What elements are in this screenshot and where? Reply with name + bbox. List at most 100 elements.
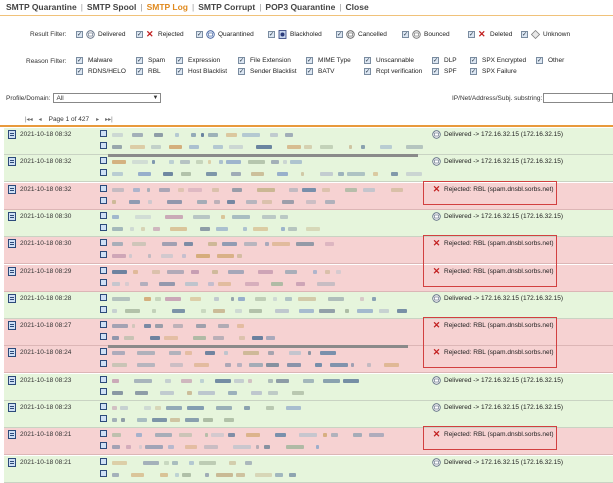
reason-filter-spam[interactable]: ✓ Spam [136,57,165,64]
redacted-text-block [229,461,236,465]
message-doc-icon[interactable] [8,430,16,439]
message-doc-icon[interactable] [8,403,16,412]
message-doc-icon[interactable] [8,294,16,303]
checkbox[interactable]: ✓ [76,68,83,75]
checkbox[interactable]: ✓ [306,68,313,75]
reason-filter-spf[interactable]: ✓ SPF [432,68,457,75]
redacted-text-block [200,379,204,383]
message-doc-icon[interactable] [8,458,16,467]
message-doc-icon[interactable] [8,212,16,221]
reason-filter-host-blacklist[interactable]: ✓ Host Blacklist [176,68,227,75]
message-doc-icon[interactable] [8,321,16,330]
checkbox[interactable]: ✓ [336,31,343,38]
redacted-text-block [285,133,293,137]
checkbox[interactable]: ✓ [468,31,475,38]
reason-filter-spx-encrypted[interactable]: ✓ SPX Encrypted [470,57,526,64]
message-doc-icon[interactable] [8,376,16,385]
reason-filter-spx-failure[interactable]: ✓ SPX Failure [470,68,517,75]
result-filter-delivered[interactable]: ✓ Delivered [76,30,125,39]
table-row[interactable]: 2021-10-18 08:21 Delivered -> 172.16.32.1… [4,456,613,483]
result-filter-bounced[interactable]: ✓ Bounced [402,30,450,39]
redacted-text-block [234,379,244,383]
result-filter-cancelled[interactable]: ✓ Cancelled [336,30,387,39]
checkbox[interactable]: ✓ [238,68,245,75]
first-page-button[interactable]: |◂◂ [22,116,36,123]
message-doc-icon[interactable] [8,348,16,357]
checkbox[interactable]: ✓ [176,68,183,75]
redacted-text-block [129,200,140,204]
reason-filter-rbl[interactable]: ✓ RBL [136,68,161,75]
tab-close[interactable]: Close [342,2,373,12]
redacted-text-block [231,172,241,176]
checkbox[interactable]: ✓ [176,57,183,64]
result-filter-deleted[interactable]: ✓ ✕ Deleted [468,30,512,39]
message-doc-icon[interactable] [8,239,16,248]
redacted-text-block [301,172,304,176]
message-doc-icon[interactable] [8,267,16,276]
table-row[interactable]: 2021-10-18 08:30 Delivered -> 172.16.32.1… [4,210,613,237]
table-row[interactable]: 2021-10-18 08:32 Delivered -> 172.16.32.1… [4,128,613,155]
redacted-text-block [112,188,124,192]
message-doc-icon[interactable] [8,157,16,166]
table-row[interactable]: 2021-10-18 08:28 Delivered -> 172.16.32.1… [4,292,613,319]
reason-filter-other[interactable]: ✓ Other [536,57,564,64]
prev-page-button[interactable]: ◂ [36,116,45,123]
result-filter-quarantined[interactable]: ✓ Quarantined [196,30,254,39]
row-date-text: 2021-10-18 08:28 [20,295,72,302]
result-filter-rejected[interactable]: ✓ ✕ Rejected [136,30,184,39]
redacted-text-block [221,215,225,219]
tab-smtp-log[interactable]: SMTP Log [143,2,192,12]
checkbox[interactable]: ✓ [536,57,543,64]
next-page-button[interactable]: ▸ [93,116,102,123]
table-row[interactable]: 2021-10-18 08:23 Delivered -> 172.16.32.1… [4,401,613,428]
checkbox[interactable]: ✓ [238,57,245,64]
result-filter-unknown[interactable]: ✓ Unknown [521,29,570,40]
redacted-text-block [188,188,202,192]
checkbox[interactable]: ✓ [196,31,203,38]
table-row[interactable]: 2021-10-18 08:23 Delivered -> 172.16.32.1… [4,374,613,401]
checkbox[interactable]: ✓ [76,31,83,38]
checkbox[interactable]: ✓ [402,31,409,38]
reason-filter-rdns-helo[interactable]: ✓ RDNS/HELO [76,68,126,75]
reason-filter-unscannable[interactable]: ✓ Unscannable [364,57,414,64]
redacted-text-block [256,145,272,149]
message-doc-icon[interactable] [8,185,16,194]
reason-filter-malware[interactable]: ✓ Malware [76,57,113,64]
checkbox[interactable]: ✓ [364,68,371,75]
tab-smtp-quarantine[interactable]: SMTP Quarantine [2,2,81,12]
reason-filter-expression[interactable]: ✓ Expression [176,57,220,64]
result-filter-blackholed[interactable]: ✓ Blackholed [268,30,322,39]
checkbox[interactable]: ✓ [521,31,528,38]
reason-filter-label-text: Spam [148,57,165,64]
checkbox[interactable]: ✓ [136,31,143,38]
redacted-text-block [141,227,145,231]
checkbox[interactable]: ✓ [364,57,371,64]
table-row[interactable]: 2021-10-18 08:32 Delivered -> 172.16.32.1… [4,154,613,182]
redacted-text-block [249,363,263,367]
tab-pop3-quarantine[interactable]: POP3 Quarantine [261,2,339,12]
checkbox[interactable]: ✓ [306,57,313,64]
reason-filter-sender-blacklist[interactable]: ✓ Sender Blacklist [238,68,297,75]
reason-filter-mime-type[interactable]: ✓ MIME Type [306,57,351,64]
redacted-text-block [391,172,398,176]
search-input[interactable] [543,93,613,103]
redacted-text-block [203,418,213,422]
last-page-button[interactable]: ▸▸| [102,116,116,123]
tab-smtp-spool[interactable]: SMTP Spool [83,2,140,12]
reason-filter-batv[interactable]: ✓ BATV [306,68,335,75]
checkbox[interactable]: ✓ [470,68,477,75]
checkbox[interactable]: ✓ [268,31,275,38]
checkbox[interactable]: ✓ [432,68,439,75]
checkbox[interactable]: ✓ [432,57,439,64]
checkbox[interactable]: ✓ [470,57,477,64]
checkbox[interactable]: ✓ [136,57,143,64]
tab-smtp-corrupt[interactable]: SMTP Corrupt [194,2,259,12]
redacted-text-block [159,188,170,192]
checkbox[interactable]: ✓ [136,68,143,75]
checkbox[interactable]: ✓ [76,57,83,64]
profile-domain-select[interactable]: All ▼ [53,93,162,103]
reason-filter-dlp[interactable]: ✓ DLP [432,57,457,64]
reason-filter-rcpt-verification[interactable]: ✓ Rcpt verification [364,68,422,75]
reason-filter-file-extension[interactable]: ✓ File Extension [238,57,291,64]
message-doc-icon[interactable] [8,130,16,139]
